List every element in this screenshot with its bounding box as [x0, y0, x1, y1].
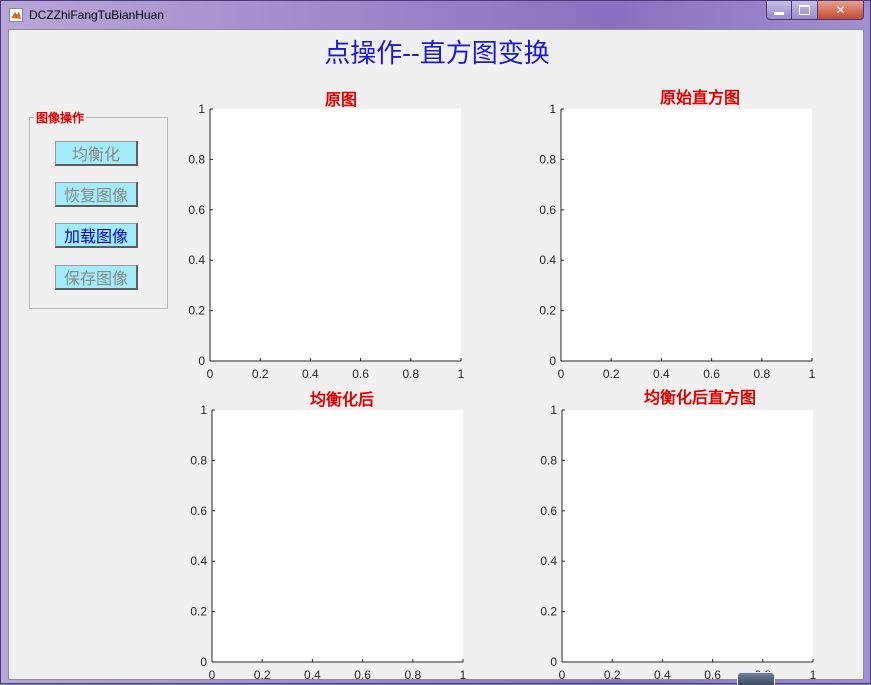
axes-title-original-histogram: 原始直方图 — [659, 88, 740, 107]
figure-area: 点操作--直方图变换 图像操作 均衡化 恢复图像 加载图像 保存图像 原图 原始… — [8, 29, 864, 685]
x-tick-label: 1 — [809, 367, 816, 381]
maximize-icon — [799, 5, 810, 15]
axes-original-histogram[interactable]: 0 0.2 0.4 0.6 0.8 1 0 0.2 0.4 0.6 0.8 1 — [539, 102, 821, 381]
axes-title-equalized-histogram: 均衡化后直方图 — [643, 388, 756, 407]
x-tick-label: 0.6 — [704, 668, 721, 682]
x-tick-label: 1 — [458, 367, 465, 381]
app-window: DCZZhiFangTuBianHuan ✕ 点操作--直方图变换 图像操作 均… — [0, 0, 871, 685]
y-tick-label: 1 — [198, 102, 205, 116]
y-tick-label: 0.6 — [540, 504, 557, 518]
x-tick-label: 1 — [460, 668, 467, 682]
x-tick-label: 0.4 — [304, 668, 321, 682]
x-tick-label: 0.8 — [402, 367, 419, 381]
plot-area[interactable] — [562, 410, 813, 662]
axes-title-original: 原图 — [324, 90, 357, 109]
minimize-button[interactable] — [766, 1, 792, 20]
axes-original[interactable]: 0 0.2 0.4 0.6 0.8 1 0 0.2 0.4 0.6 0.8 1 — [188, 102, 470, 381]
minimize-icon — [774, 11, 784, 15]
y-tick-label: 0 — [550, 655, 557, 669]
window-controls: ✕ — [766, 1, 864, 21]
x-tick-label: 0.2 — [254, 668, 271, 682]
y-tick-label: 0.6 — [190, 504, 207, 518]
y-tick-label: 0.8 — [188, 152, 205, 166]
close-icon: ✕ — [835, 3, 846, 17]
load-image-button[interactable]: 加载图像 — [55, 223, 138, 248]
x-tick-label: 0 — [558, 367, 565, 381]
x-tick-label: 0 — [207, 367, 214, 381]
y-tick-label: 0.2 — [539, 304, 556, 318]
y-tick-label: 0.4 — [539, 253, 556, 267]
y-tick-label: 0.2 — [190, 605, 207, 619]
x-tick-label: 0.2 — [604, 668, 621, 682]
y-tick-label: 0 — [200, 655, 207, 669]
y-tick-label: 1 — [200, 403, 207, 417]
x-tick-label: 0.8 — [404, 668, 421, 682]
window-title: DCZZhiFangTuBianHuan — [29, 8, 164, 22]
save-image-button[interactable]: 保存图像 — [55, 265, 138, 290]
x-tick-label: 0 — [559, 668, 566, 682]
y-tick-label: 1 — [550, 403, 557, 417]
close-button[interactable]: ✕ — [818, 1, 864, 20]
equalize-button[interactable]: 均衡化 — [55, 141, 138, 166]
plot-area[interactable] — [210, 109, 461, 361]
x-tick-label: 0.2 — [252, 367, 269, 381]
x-tick-label: 0.6 — [354, 668, 371, 682]
x-tick-label: 0.2 — [603, 367, 620, 381]
y-tick-label: 0.8 — [190, 453, 207, 467]
matlab-logo-icon — [9, 8, 23, 22]
taskbar-thumbnail[interactable] — [737, 672, 775, 685]
x-tick-label: 0.6 — [352, 367, 369, 381]
page-title: 点操作--直方图变换 — [324, 39, 550, 69]
y-tick-label: 0.6 — [188, 203, 205, 217]
x-tick-label: 0.8 — [753, 367, 770, 381]
x-tick-label: 0.4 — [654, 668, 671, 682]
y-tick-label: 0.8 — [539, 152, 556, 166]
maximize-button[interactable] — [792, 1, 818, 20]
y-tick-label: 0.6 — [539, 203, 556, 217]
x-tick-label: 1 — [810, 668, 817, 682]
image-operations-panel: 图像操作 均衡化 恢复图像 加载图像 保存图像 — [29, 109, 168, 309]
axes-equalized[interactable]: 0 0.2 0.4 0.6 0.8 1 0 0.2 0.4 0.6 0.8 1 — [190, 403, 472, 682]
y-tick-label: 0.8 — [540, 453, 557, 467]
y-tick-label: 0.4 — [190, 554, 207, 568]
y-tick-label: 0 — [198, 354, 205, 368]
plot-area[interactable] — [212, 410, 463, 662]
axes-equalized-histogram[interactable]: 00.20.40.60.8100.20.40.60.81 — [540, 403, 822, 682]
x-tick-label: 0.4 — [653, 367, 670, 381]
y-tick-label: 0.4 — [188, 253, 205, 267]
y-tick-label: 0.2 — [540, 605, 557, 619]
x-tick-label: 0 — [209, 668, 216, 682]
y-tick-label: 0.2 — [188, 304, 205, 318]
x-tick-label: 0.4 — [302, 367, 319, 381]
y-tick-label: 0.4 — [540, 554, 557, 568]
restore-image-button[interactable]: 恢复图像 — [55, 182, 138, 207]
x-tick-label: 0.6 — [703, 367, 720, 381]
y-tick-label: 0 — [549, 354, 556, 368]
title-bar[interactable]: DCZZhiFangTuBianHuan ✕ — [1, 1, 870, 29]
panel-title: 图像操作 — [34, 109, 87, 126]
y-tick-label: 1 — [549, 102, 556, 116]
plot-area[interactable] — [561, 109, 812, 361]
axes-title-equalized: 均衡化后 — [309, 390, 374, 409]
